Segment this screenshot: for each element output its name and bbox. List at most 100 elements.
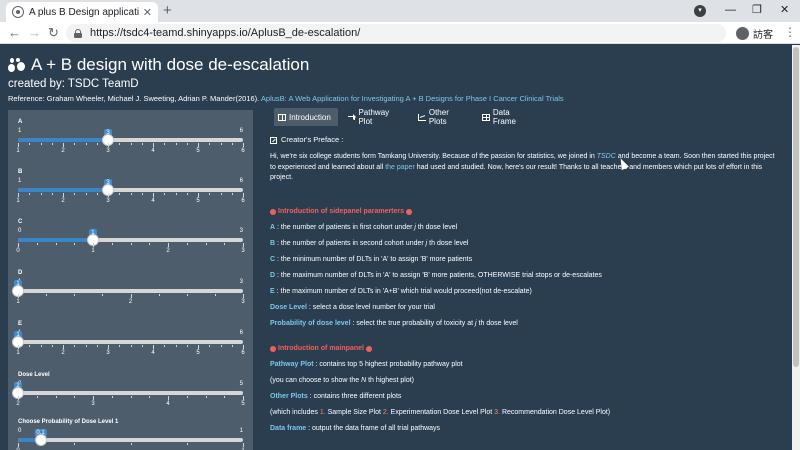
minimize-button[interactable]: — bbox=[725, 3, 736, 17]
reference-link[interactable]: AplusB: A Web Application for Investigat… bbox=[261, 94, 564, 103]
slider-tick bbox=[231, 143, 233, 145]
slider-choose-probability-of-dose-level-1[interactable]: Choose Probability of Dose Level 1010.10… bbox=[8, 419, 253, 450]
slider-tick bbox=[74, 345, 76, 347]
slider-track[interactable] bbox=[12, 387, 243, 399]
tab-introduction-label: Introduction bbox=[289, 112, 331, 122]
close-window-button[interactable]: ✕ bbox=[780, 3, 789, 17]
slider-b[interactable]: B 1 6 31 2 3 4 5 6 bbox=[8, 169, 253, 217]
slider-track[interactable] bbox=[18, 234, 243, 246]
slider-tick bbox=[130, 143, 132, 145]
param-text: : the maximum number of DLTs in 'A+B' wh… bbox=[274, 287, 532, 295]
slider-tick bbox=[18, 294, 19, 298]
slider-tick bbox=[51, 143, 53, 145]
slider-track[interactable] bbox=[12, 336, 243, 348]
slider-tick bbox=[74, 193, 76, 195]
slider-tick bbox=[130, 193, 132, 195]
mainpanel-heading-text: Introduction of mainpanel bbox=[278, 344, 364, 352]
slider-label: Dose Level bbox=[18, 372, 50, 378]
restore-button[interactable]: ❐ bbox=[752, 3, 762, 17]
slider-tick bbox=[141, 143, 143, 145]
slider-tick-label: 3 bbox=[106, 350, 110, 356]
slider-tick bbox=[231, 345, 233, 347]
slider-tick bbox=[63, 345, 64, 349]
slider-track[interactable] bbox=[18, 184, 243, 196]
slider-tick bbox=[209, 193, 211, 195]
slider-tick bbox=[243, 294, 244, 298]
param-item: E : the maximum number of DLTs in 'A+B' … bbox=[270, 287, 775, 297]
slider-tick bbox=[51, 193, 53, 195]
slider-track[interactable] bbox=[12, 285, 243, 297]
slider-tick bbox=[51, 345, 53, 347]
profile-button[interactable]: 訪客 bbox=[736, 26, 773, 41]
slider-c[interactable]: C 0 3 10 1 2 3 bbox=[8, 219, 253, 267]
browser-menu-icon[interactable]: ⋮ bbox=[784, 25, 796, 39]
tab-pathway-plot[interactable]: Pathway Plot bbox=[344, 108, 406, 126]
slider-max: 6 bbox=[239, 128, 243, 134]
address-bar[interactable]: https://tsdc4-teamd.shinyapps.io/AplusB_… bbox=[66, 24, 726, 42]
tab-data-frame[interactable]: Data Frame bbox=[478, 108, 538, 126]
slider-tick bbox=[153, 193, 154, 197]
tab-other-plots[interactable]: Other Plots bbox=[414, 108, 472, 126]
browser-tab-title: A plus B Design application with dose de… bbox=[29, 6, 139, 18]
slider-d[interactable]: D131123 bbox=[8, 270, 253, 318]
slider-tick bbox=[130, 443, 132, 445]
slider-tick bbox=[164, 143, 166, 145]
slider-tick-label: 2 bbox=[16, 401, 20, 407]
table-icon bbox=[482, 113, 490, 121]
slider-tick-label: 5 bbox=[241, 401, 245, 407]
tsdc-link[interactable]: TSDC bbox=[597, 153, 616, 160]
browser-tab[interactable]: A plus B Design application with dose de… bbox=[6, 2, 158, 22]
slider-tick bbox=[164, 193, 166, 195]
close-tab-icon[interactable]: ✕ bbox=[143, 6, 152, 19]
page-title: A + B design with dose de-escalation bbox=[8, 55, 309, 75]
back-button[interactable]: ← bbox=[8, 25, 21, 41]
slider-max: 5 bbox=[239, 381, 243, 387]
param-item: C : the minimum number of DLTs in 'A' to… bbox=[270, 255, 775, 265]
slider-min: 1 bbox=[18, 128, 22, 134]
slider-e[interactable]: E161123456 bbox=[8, 321, 253, 369]
slider-tick bbox=[46, 294, 48, 296]
slider-tick-label: 1 bbox=[91, 248, 95, 254]
slider-tick bbox=[243, 143, 244, 147]
new-tab-button[interactable]: + bbox=[163, 3, 172, 19]
slider-tick-label: 5 bbox=[196, 148, 200, 154]
tab-search-icon[interactable]: ▾ bbox=[694, 5, 706, 17]
tab-introduction[interactable]: Introduction bbox=[274, 108, 338, 126]
slider-track[interactable] bbox=[18, 434, 243, 446]
slider-tick bbox=[36, 243, 38, 245]
slider-dose-level[interactable]: Dose Level2522345 bbox=[8, 372, 253, 420]
slider-tick-label: 2 bbox=[61, 148, 65, 154]
forward-button[interactable]: → bbox=[28, 25, 41, 41]
page-scrollbar[interactable] bbox=[792, 45, 800, 450]
slider-tick bbox=[40, 193, 42, 195]
slider-tick bbox=[93, 396, 94, 400]
slider-tick bbox=[243, 193, 244, 197]
slider-tick bbox=[198, 193, 199, 197]
slider-tick bbox=[74, 243, 76, 245]
slider-tick bbox=[55, 243, 57, 245]
address-url[interactable]: https://tsdc4-teamd.shinyapps.io/AplusB_… bbox=[90, 27, 360, 39]
slider-track[interactable] bbox=[18, 134, 243, 146]
mainpanel-list: Pathway Plot : contains top 5 highest pr… bbox=[270, 360, 775, 434]
slider-a[interactable]: A 1 6 31 2 3 4 5 6 bbox=[8, 119, 253, 167]
reload-button[interactable]: ↻ bbox=[48, 25, 59, 41]
slider-tick bbox=[93, 243, 94, 247]
globe-icon bbox=[12, 6, 24, 18]
slider-tick-label: 4 bbox=[166, 401, 170, 407]
scrollbar-thumb[interactable] bbox=[793, 47, 799, 367]
introduction-panel: Creator's Preface : Hi, we're six colleg… bbox=[270, 135, 775, 434]
slider-tick bbox=[243, 243, 244, 247]
slider-label: E bbox=[18, 321, 23, 327]
slider-tick-label: 6 bbox=[241, 198, 245, 204]
slider-tick bbox=[40, 345, 42, 347]
slider-tick-label: 6 bbox=[241, 148, 245, 154]
slider-tick bbox=[96, 143, 98, 145]
slider-tick bbox=[209, 143, 211, 145]
slider-tick bbox=[243, 345, 244, 349]
slider-tick bbox=[220, 345, 222, 347]
mainpanel-item: Data frame : output the data frame of al… bbox=[270, 424, 775, 434]
slider-tick bbox=[18, 143, 19, 147]
slider-tick bbox=[40, 143, 42, 145]
other-plot-2: Experimentation Dose Level Plot bbox=[388, 408, 495, 416]
paper-link[interactable]: the paper bbox=[385, 164, 415, 171]
